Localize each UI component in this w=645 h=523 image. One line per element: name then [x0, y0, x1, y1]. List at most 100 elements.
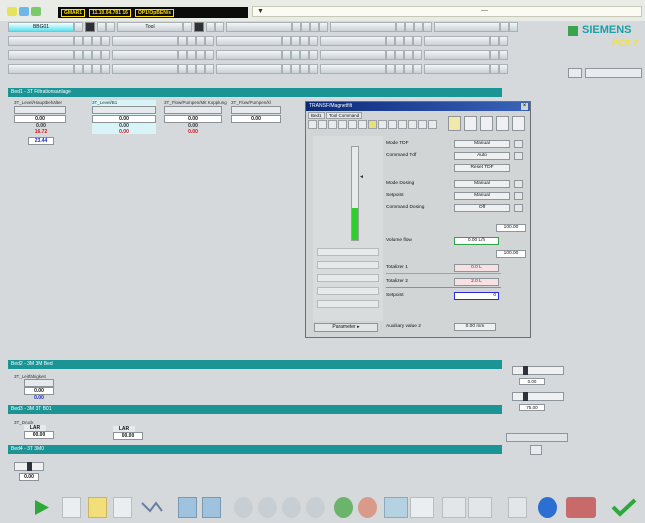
nav-square[interactable]	[92, 64, 101, 74]
toolbar-icon[interactable]	[378, 120, 387, 129]
right-icon[interactable]	[306, 497, 325, 518]
screen2-icon[interactable]	[202, 497, 221, 518]
message-line[interactable]: ▼ —	[252, 6, 642, 17]
command-dosing-value[interactable]: Off	[454, 204, 510, 212]
nav-square[interactable]	[396, 22, 405, 32]
nav-square[interactable]	[282, 50, 291, 60]
nav-button-empty[interactable]	[424, 64, 490, 74]
route-icon[interactable]	[410, 497, 434, 518]
play-icon[interactable]	[32, 497, 51, 518]
nav-square[interactable]	[395, 50, 404, 60]
nav-button-empty[interactable]	[112, 50, 178, 60]
toolbar-icon[interactable]	[418, 120, 427, 129]
nav-square[interactable]	[309, 36, 318, 46]
batch-icon[interactable]	[512, 116, 525, 131]
overview-button[interactable]	[568, 68, 582, 78]
nav-square[interactable]	[300, 50, 309, 60]
setpoint2-value[interactable]: 0	[454, 292, 499, 300]
nav-square[interactable]	[309, 50, 318, 60]
faceplate-level-main[interactable]: 3T_Level/Hauptbehälter 0.00 0.00 16.72 2…	[14, 100, 66, 145]
nav-dark-block-icon[interactable]	[194, 22, 204, 32]
folder-icon[interactable]	[88, 497, 107, 518]
nav-square[interactable]	[291, 64, 300, 74]
nav-square[interactable]	[413, 50, 422, 60]
nav-square[interactable]	[83, 64, 92, 74]
message-icon[interactable]	[480, 116, 493, 131]
check-icon[interactable]	[610, 497, 638, 518]
right-slider-2[interactable]	[512, 392, 564, 401]
nav-square[interactable]	[101, 64, 110, 74]
nav-square[interactable]	[92, 36, 101, 46]
toolbar-icon[interactable]	[318, 120, 327, 129]
nav-square[interactable]	[395, 36, 404, 46]
nav-square[interactable]	[187, 36, 196, 46]
nav-dark-block-icon[interactable]	[85, 22, 95, 32]
trend-icon[interactable]	[448, 116, 461, 131]
command-dosing-button[interactable]	[514, 204, 523, 212]
nav-button-empty[interactable]	[8, 36, 74, 46]
right-slider-3[interactable]	[506, 433, 568, 442]
nav-square[interactable]	[92, 50, 101, 60]
dialog-title-bar[interactable]: TRANSF/Magnetfilt ×	[306, 102, 530, 111]
toolbar-icon[interactable]	[388, 120, 397, 129]
nav-square[interactable]	[291, 36, 300, 46]
nav-button-empty[interactable]	[112, 64, 178, 74]
route3-icon[interactable]	[468, 497, 492, 518]
nav-square[interactable]	[386, 50, 395, 60]
nav-square[interactable]	[319, 22, 328, 32]
command-tdf-button[interactable]	[514, 152, 523, 160]
faceplate-lar-2[interactable]: LAR 00.00	[107, 426, 167, 440]
limit-field-b[interactable]: 100.00	[496, 250, 526, 258]
help-icon[interactable]	[538, 497, 557, 518]
nav-square[interactable]	[386, 36, 395, 46]
nav-square[interactable]	[183, 22, 192, 32]
speaker-icon[interactable]	[566, 497, 596, 518]
nav-button-empty[interactable]	[112, 36, 178, 46]
nav-square[interactable]	[178, 64, 187, 74]
reset-tdf-button[interactable]: Reset TDF	[454, 164, 510, 172]
scale-icon[interactable]	[140, 497, 164, 518]
nav-square[interactable]	[205, 64, 214, 74]
toolbar-icon[interactable]	[408, 120, 417, 129]
nav-square[interactable]	[500, 22, 509, 32]
overview-field[interactable]	[585, 68, 642, 78]
faceplate-icon[interactable]	[464, 116, 477, 131]
faceplate-flow-pumps[interactable]: 3T_Flow/Pumpen/Mit Kopplung 0.00 0.00 0.…	[164, 100, 227, 135]
nav-square[interactable]	[309, 64, 318, 74]
toolbar-icon[interactable]	[308, 120, 317, 129]
alarm-status-strip[interactable]: GMAR1 11.10.04.781 16 OP1\OpBEN/s	[58, 7, 248, 18]
slider-knob[interactable]	[523, 392, 528, 401]
nav-square[interactable]	[74, 22, 83, 32]
nav-square[interactable]	[386, 64, 395, 74]
mode-dosing-button[interactable]	[514, 180, 523, 188]
nav-square[interactable]	[404, 36, 413, 46]
command-tdf-value[interactable]: Auto	[454, 152, 510, 160]
nav-square[interactable]	[215, 22, 224, 32]
toolbar-icon[interactable]	[338, 120, 347, 129]
nav-square[interactable]	[499, 36, 508, 46]
close-icon[interactable]: ×	[521, 103, 528, 110]
nav-square[interactable]	[413, 36, 422, 46]
nav-button-empty[interactable]	[320, 36, 386, 46]
nav-square[interactable]	[178, 50, 187, 60]
nav-square[interactable]	[206, 22, 215, 32]
nav-square[interactable]	[196, 64, 205, 74]
nav-square[interactable]	[101, 36, 110, 46]
toolbar-icon[interactable]	[328, 120, 337, 129]
nav-square[interactable]	[83, 36, 92, 46]
lock-icon[interactable]	[368, 120, 377, 129]
nav-square[interactable]	[404, 64, 413, 74]
nav-button-empty[interactable]	[216, 64, 282, 74]
faceplate-level-b1[interactable]: 3T_Level/B1 0.00 0.00 0.00	[92, 100, 156, 135]
nav-square[interactable]	[509, 22, 518, 32]
page-icon[interactable]	[62, 497, 81, 518]
nav-square[interactable]	[97, 22, 106, 32]
nav-square[interactable]	[74, 64, 83, 74]
shortcut-icon[interactable]	[384, 497, 408, 518]
nav-square[interactable]	[490, 36, 499, 46]
nav-square[interactable]	[74, 36, 83, 46]
nav-button-empty[interactable]	[424, 36, 490, 46]
mode-tdf-value[interactable]: Manual	[454, 140, 510, 148]
nav-square[interactable]	[395, 64, 404, 74]
nav-square[interactable]	[196, 50, 205, 60]
